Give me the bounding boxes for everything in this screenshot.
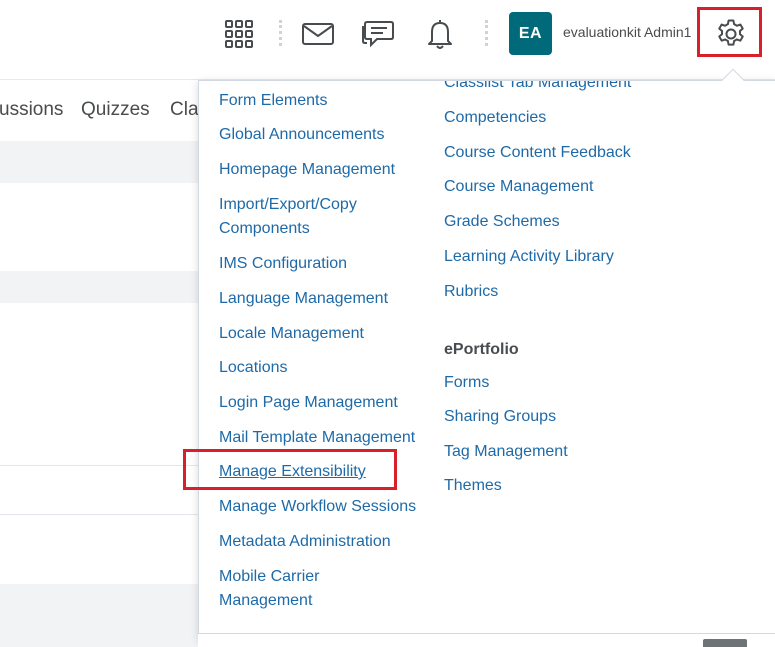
eportfolio-heading: ePortfolio [444,341,519,358]
nav-item-quizzes[interactable]: Quizzes [81,99,150,121]
page-divider [0,465,200,466]
link-course-content-feedback[interactable]: Course Content Feedback [444,140,631,165]
course-selector-button[interactable] [219,14,259,54]
link-manage-workflow-sessions[interactable]: Manage Workflow Sessions [219,494,416,519]
link-locale-management[interactable]: Locale Management [219,321,364,346]
link-learning-activity-library[interactable]: Learning Activity Library [444,244,614,269]
manage-extensibility-highlight-box [183,449,397,490]
toolbar-divider [279,20,282,46]
link-login-page-management[interactable]: Login Page Management [219,390,398,415]
link-mail-template-management[interactable]: Mail Template Management [219,425,415,450]
nav-item-classlist[interactable]: Cla [170,99,199,121]
admin-tools-dropdown: Form Elements Global Announcements Homep… [198,80,775,640]
chat-icon [362,21,394,48]
link-language-management[interactable]: Language Management [219,286,388,311]
link-global-announcements[interactable]: Global Announcements [219,122,384,147]
link-mobile-carrier-management[interactable]: Management [219,588,312,613]
nav-item-discussions[interactable]: ussions [0,99,63,121]
link-import-export-copy[interactable]: Import/Export/Copy [219,192,357,217]
link-forms[interactable]: Forms [444,370,489,395]
page-background-band [0,584,200,647]
link-metadata-administration[interactable]: Metadata Administration [219,529,391,554]
bell-icon [428,20,452,49]
course-navbar: ussions Quizzes Cla [0,81,200,141]
minibar: EA evaluationkit Admin1 [0,0,775,80]
update-alerts-button[interactable] [420,14,460,54]
gear-highlight-box [697,7,762,57]
link-ims-configuration[interactable]: IMS Configuration [219,251,347,276]
page-bottom-button[interactable] [703,639,747,647]
link-themes[interactable]: Themes [444,473,502,498]
page-background-band [0,141,200,183]
link-tag-management[interactable]: Tag Management [444,439,568,464]
link-rubrics[interactable]: Rubrics [444,279,498,304]
user-name[interactable]: evaluationkit Admin1 [563,24,691,40]
link-homepage-management[interactable]: Homepage Management [219,157,395,182]
link-sharing-groups[interactable]: Sharing Groups [444,404,556,429]
link-import-export-copy-components[interactable]: Components [219,216,310,241]
grid-icon [225,20,253,48]
link-form-elements[interactable]: Form Elements [219,88,327,113]
link-classlist-tab-management[interactable]: Classlist Tab Management [444,81,631,95]
message-alerts-button[interactable] [298,14,338,54]
dropdown-footer [198,633,775,647]
link-locations[interactable]: Locations [219,355,288,380]
page-divider [0,514,200,515]
toolbar-divider [485,20,488,46]
link-grade-schemes[interactable]: Grade Schemes [444,209,560,234]
link-course-management[interactable]: Course Management [444,174,593,199]
subscription-alerts-button[interactable] [358,14,398,54]
mail-icon [302,23,334,45]
link-competencies[interactable]: Competencies [444,105,546,130]
page-background-band [0,271,200,303]
avatar[interactable]: EA [509,12,552,55]
link-mobile-carrier[interactable]: Mobile Carrier [219,564,319,589]
